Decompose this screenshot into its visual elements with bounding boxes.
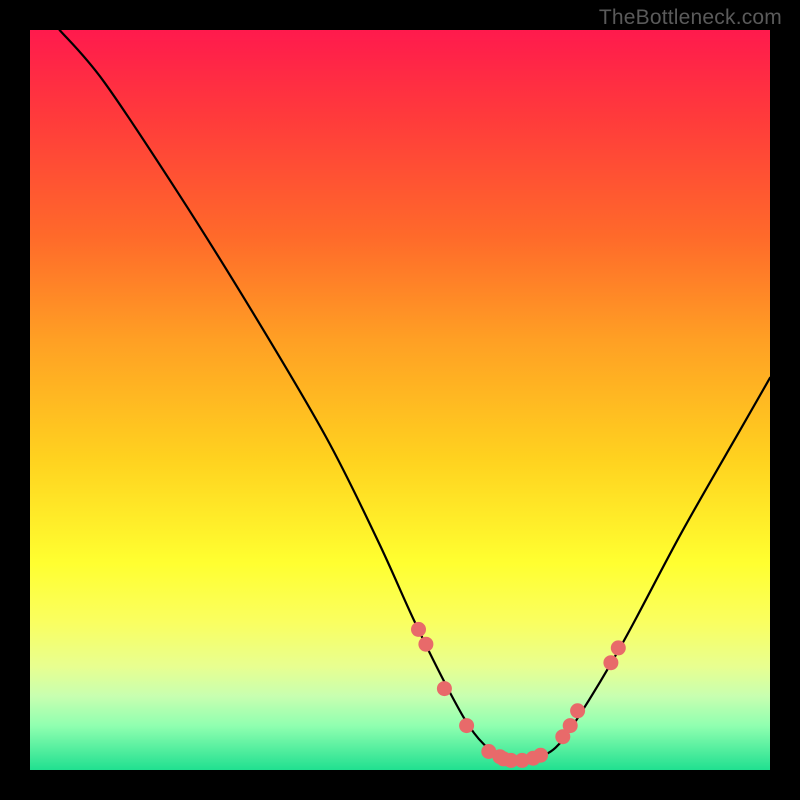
plot-area (30, 30, 770, 770)
curve-svg (30, 30, 770, 770)
marker-point (611, 640, 626, 655)
marker-point (603, 655, 618, 670)
highlight-markers (411, 622, 626, 768)
attribution-label: TheBottleneck.com (599, 6, 782, 30)
marker-point (437, 681, 452, 696)
marker-point (418, 637, 433, 652)
chart-frame: TheBottleneck.com (0, 0, 800, 800)
marker-point (459, 718, 474, 733)
marker-point (411, 622, 426, 637)
marker-point (533, 748, 548, 763)
marker-point (563, 718, 578, 733)
marker-point (570, 703, 585, 718)
bottleneck-curve (60, 30, 770, 763)
